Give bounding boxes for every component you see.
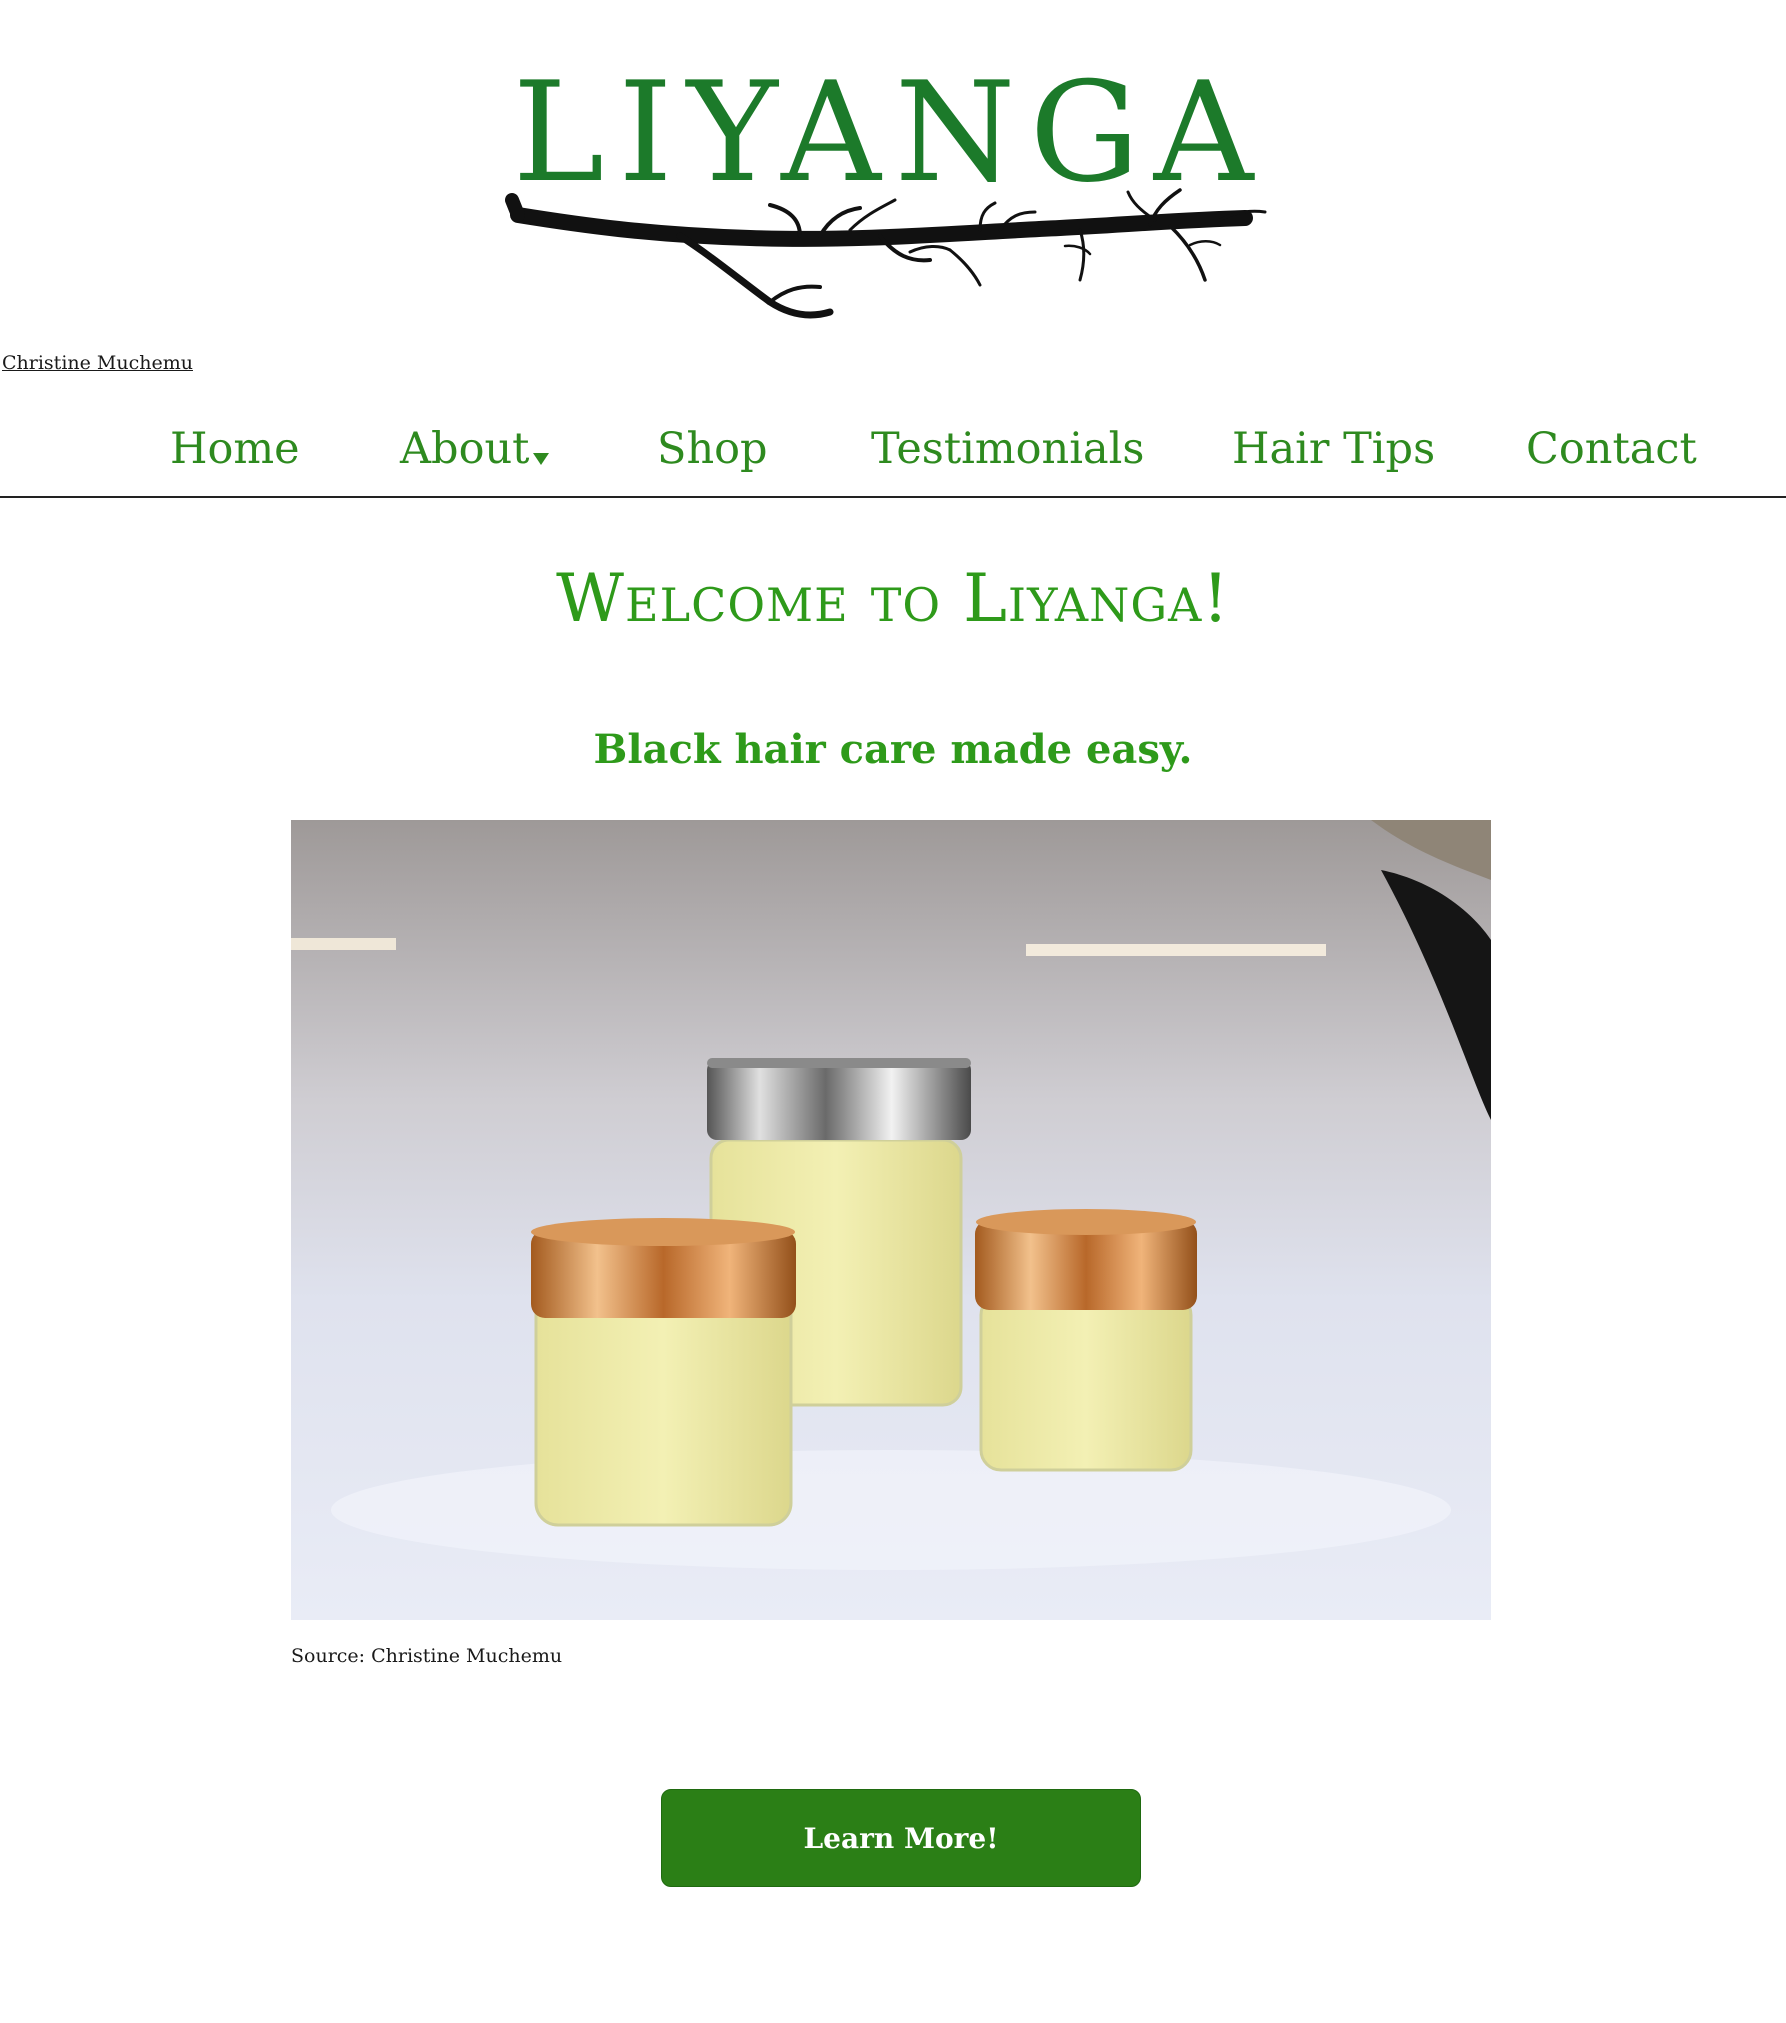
learn-more-label: Learn More! — [803, 1821, 999, 1855]
left-jar — [531, 1218, 796, 1527]
nav-item-testimonials[interactable]: Testimonials — [871, 424, 1144, 474]
learn-more-button[interactable]: Learn More! — [661, 1789, 1141, 1887]
tagline: Black hair care made easy. — [593, 726, 1193, 773]
nav-item-hair-tips[interactable]: Hair Tips — [1232, 424, 1435, 474]
photo-credit-link[interactable]: Christine Muchemu — [2, 352, 193, 374]
nav-item-label: Home — [170, 424, 300, 474]
nav-item-label: Testimonials — [871, 424, 1145, 474]
nav-item-contact[interactable]: Contact — [1526, 424, 1697, 474]
nav-item-label: About — [400, 424, 530, 474]
page-title: Welcome to Liyanga! — [556, 560, 1230, 637]
right-jar — [975, 1209, 1197, 1472]
product-photo — [291, 820, 1491, 1620]
caret-down-icon — [533, 453, 550, 465]
nav-item-about[interactable]: About — [400, 424, 550, 474]
nav-item-label: Contact — [1526, 424, 1697, 474]
logo-wordmark: LIYANGA — [513, 52, 1268, 213]
nav-item-shop[interactable]: Shop — [657, 424, 768, 474]
liyanga-logo[interactable]: LIYANGA — [500, 40, 1290, 340]
photo-source-caption: Source: Christine Muchemu — [291, 1645, 563, 1667]
nav-item-label: Hair Tips — [1232, 424, 1436, 474]
nav-item-label: Shop — [657, 424, 768, 474]
main-nav: Home About Shop Testimonials Hair Tips C… — [0, 410, 1786, 498]
nav-item-home[interactable]: Home — [170, 424, 300, 474]
